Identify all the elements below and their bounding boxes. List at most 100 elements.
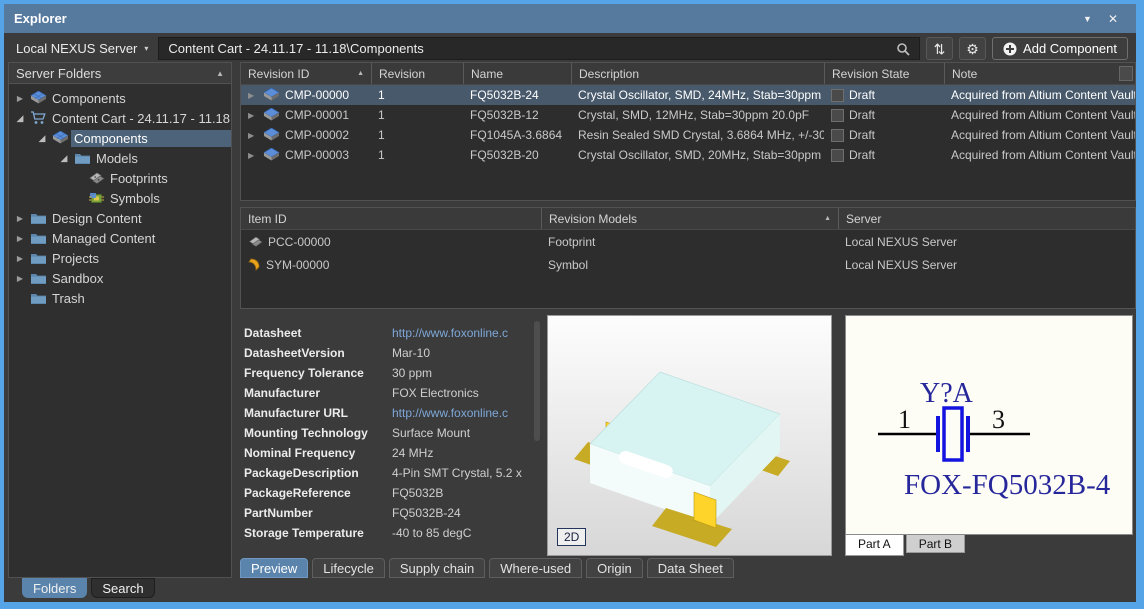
sidebar-item-content-cart[interactable]: ◢ Content Cart - 24.11.17 - 11.18 — [9, 108, 231, 128]
expand-icon[interactable]: ▶ — [248, 111, 258, 120]
scrollbar[interactable] — [534, 321, 540, 441]
panel-menu-dropdown-icon[interactable]: ▼ — [1075, 12, 1100, 26]
folder-icon — [27, 212, 49, 224]
gear-icon: ⚙ — [966, 42, 979, 56]
server-folders-panel: Server Folders ▲ ▶ Components ◢ Content … — [8, 62, 232, 578]
sidebar-item-components[interactable]: ▶ Components — [9, 88, 231, 108]
column-item-id[interactable]: Item ID — [241, 208, 541, 229]
state-checkbox[interactable] — [831, 149, 844, 162]
state-checkbox[interactable] — [831, 89, 844, 102]
state-checkbox[interactable] — [831, 129, 844, 142]
symbol-item-icon — [248, 258, 261, 271]
collapse-icon[interactable]: ◢ — [35, 133, 49, 144]
preview-area: Datasheethttp://www.foxonline.c Datashee… — [240, 315, 1136, 556]
tab-data-sheet[interactable]: Data Sheet — [647, 558, 734, 578]
collapse-icon[interactable]: ◢ — [13, 113, 27, 124]
footprint-icon — [85, 172, 107, 185]
tab-preview[interactable]: Preview — [240, 558, 308, 578]
sidebar-item-projects[interactable]: ▶ Projects — [9, 248, 231, 268]
column-revision-models[interactable]: Revision Models ▲ — [541, 208, 838, 229]
footprint-3d-viewer[interactable]: 2D — [547, 315, 832, 556]
tab-folders[interactable]: Folders — [22, 578, 87, 598]
expand-icon[interactable]: ▶ — [13, 214, 27, 223]
sidebar-item-symbols[interactable]: Symbols — [9, 188, 231, 208]
sort-asc-icon: ▲ — [357, 70, 364, 77]
tab-search[interactable]: Search — [91, 578, 154, 598]
tab-part-a[interactable]: Part A — [845, 535, 904, 556]
symbol-preview: 1 3 Y?A FOX-FQ5032B-4 Part A Part B — [845, 315, 1133, 556]
component-icon — [49, 131, 71, 145]
table-row[interactable]: ▶ CMP-00000 1 FQ5032B-24 Crystal Oscilla… — [241, 85, 1135, 105]
expand-icon[interactable]: ▶ — [13, 234, 27, 243]
expand-icon[interactable]: ▶ — [248, 91, 258, 100]
server-selector[interactable]: Local NEXUS Server ▾ — [12, 41, 152, 56]
models-table: Item ID Revision Models ▲ Server PCC-000… — [240, 207, 1136, 309]
settings-button[interactable]: ⚙ — [959, 37, 986, 60]
scroll-up-icon[interactable]: ▲ — [216, 69, 224, 78]
column-server[interactable]: Server — [838, 208, 1135, 229]
column-note[interactable]: Note — [944, 63, 1135, 84]
breadcrumb-field[interactable]: Content Cart - 24.11.17 - 11.18\Componen… — [158, 37, 920, 60]
expand-icon[interactable]: ▶ — [13, 254, 27, 263]
breadcrumb-text: Content Cart - 24.11.17 - 11.18\Componen… — [168, 41, 423, 56]
close-icon[interactable]: ✕ — [1100, 10, 1126, 28]
refresh-button[interactable]: ⇅ — [926, 37, 953, 60]
table-row[interactable]: ▶ CMP-00003 1 FQ5032B-20 Crystal Oscilla… — [241, 145, 1135, 165]
expand-icon[interactable]: ▶ — [13, 94, 27, 103]
panel-mode-tabs: Folders Search — [8, 578, 155, 602]
component-icon — [263, 148, 280, 162]
table-row[interactable]: PCC-00000 Footprint Local NEXUS Server — [241, 230, 1135, 253]
sidebar-item-sandbox[interactable]: ▶ Sandbox — [9, 268, 231, 288]
tab-part-b[interactable]: Part B — [906, 535, 965, 553]
column-revision[interactable]: Revision — [371, 63, 463, 84]
column-chooser-button[interactable] — [1119, 66, 1133, 81]
column-revision-id[interactable]: Revision ID ▲ — [241, 63, 371, 84]
component-icon — [263, 128, 280, 142]
expand-icon[interactable]: ▶ — [248, 151, 258, 160]
add-component-button[interactable]: Add Component — [992, 37, 1128, 60]
server-folders-header: Server Folders ▲ — [9, 63, 231, 84]
sidebar-item-models[interactable]: ◢ Models — [9, 148, 231, 168]
2d-mode-button[interactable]: 2D — [557, 528, 586, 546]
chevron-down-icon: ▾ — [144, 44, 148, 53]
folder-tree: ▶ Components ◢ Content Cart - 24.11.17 -… — [9, 84, 231, 308]
designator-label: Y?A — [920, 378, 974, 409]
revisions-table: Revision ID ▲ Revision Name Description … — [240, 62, 1136, 201]
search-icon[interactable] — [896, 42, 910, 56]
manufacturer-link[interactable]: http://www.foxonline.c — [392, 406, 542, 420]
folder-icon — [27, 232, 49, 244]
column-name[interactable]: Name — [463, 63, 571, 84]
part-name-label: FOX-FQ5032B-4 — [904, 469, 1111, 501]
state-checkbox[interactable] — [831, 109, 844, 122]
footprint-icon — [248, 236, 263, 248]
sort-asc-icon: ▲ — [824, 215, 831, 222]
toolbar: Local NEXUS Server ▾ Content Cart - 24.1… — [4, 33, 1136, 64]
panel-title: Explorer — [14, 11, 67, 26]
expand-icon[interactable]: ▶ — [248, 131, 258, 140]
folder-icon — [27, 272, 49, 284]
explorer-panel: Explorer ▼ ✕ Local NEXUS Server ▾ Conten… — [0, 0, 1144, 609]
sidebar-item-managed-content[interactable]: ▶ Managed Content — [9, 228, 231, 248]
sidebar-item-trash[interactable]: Trash — [9, 288, 231, 308]
shopping-cart-icon — [27, 111, 49, 125]
main-area: Revision ID ▲ Revision Name Description … — [240, 62, 1136, 578]
table-row[interactable]: SYM-00000 Symbol Local NEXUS Server — [241, 253, 1135, 276]
tab-origin[interactable]: Origin — [586, 558, 643, 578]
sidebar-item-design-content[interactable]: ▶ Design Content — [9, 208, 231, 228]
column-revision-state[interactable]: Revision State — [824, 63, 944, 84]
tab-lifecycle[interactable]: Lifecycle — [312, 558, 385, 578]
revisions-table-header: Revision ID ▲ Revision Name Description … — [241, 63, 1135, 85]
expand-icon[interactable]: ▶ — [13, 274, 27, 283]
collapse-icon[interactable]: ◢ — [57, 153, 71, 164]
tab-where-used[interactable]: Where-used — [489, 558, 582, 578]
tab-supply-chain[interactable]: Supply chain — [389, 558, 485, 578]
sidebar-item-components-selected[interactable]: ◢ Components — [9, 128, 231, 148]
folder-icon — [27, 292, 49, 304]
table-row[interactable]: ▶ CMP-00001 1 FQ5032B-12 Crystal, SMD, 1… — [241, 105, 1135, 125]
table-row[interactable]: ▶ CMP-00002 1 FQ1045A-3.6864 Resin Seale… — [241, 125, 1135, 145]
column-description[interactable]: Description — [571, 63, 824, 84]
datasheet-link[interactable]: http://www.foxonline.c — [392, 326, 542, 340]
plus-circle-icon — [1003, 42, 1017, 56]
refresh-icon: ⇅ — [934, 42, 946, 56]
sidebar-item-footprints[interactable]: Footprints — [9, 168, 231, 188]
